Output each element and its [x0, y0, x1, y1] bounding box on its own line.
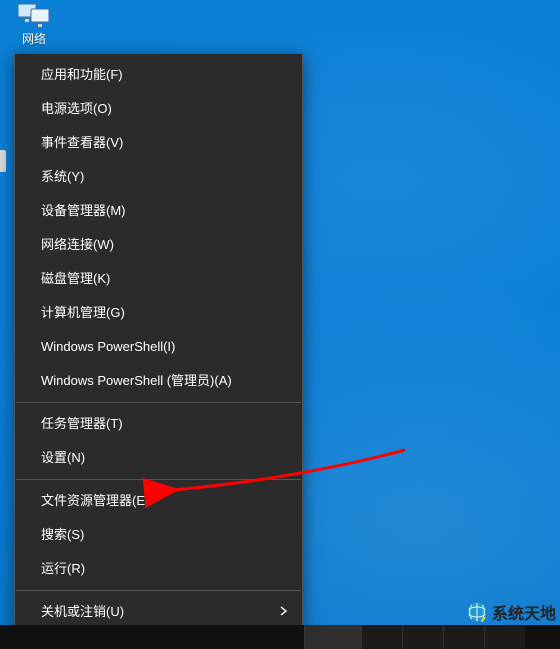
- menu-item-device-manager[interactable]: 设备管理器(M): [15, 194, 302, 228]
- menu-item-run[interactable]: 运行(R): [15, 552, 302, 586]
- menu-item-shutdown-signout[interactable]: 关机或注销(U): [15, 595, 302, 629]
- watermark-text: 系统天地: [492, 600, 556, 624]
- menu-item-apps-features[interactable]: 应用和功能(F): [15, 58, 302, 92]
- desktop-icon-label: 网络: [20, 30, 48, 47]
- taskbar-item[interactable]: [402, 625, 443, 649]
- taskbar: [0, 625, 560, 649]
- network-icon: [17, 0, 51, 28]
- menu-item-search[interactable]: 搜索(S): [15, 518, 302, 552]
- menu-separator: [16, 402, 301, 403]
- menu-item-task-manager[interactable]: 任务管理器(T): [15, 407, 302, 441]
- menu-item-event-viewer[interactable]: 事件查看器(V): [15, 126, 302, 160]
- chevron-right-icon: [280, 604, 288, 620]
- watermark: 系统天地: [466, 600, 556, 624]
- taskbar-item[interactable]: [361, 625, 402, 649]
- menu-item-computer-mgmt[interactable]: 计算机管理(G): [15, 296, 302, 330]
- taskbar-item[interactable]: [484, 625, 525, 649]
- winx-menu: 应用和功能(F) 电源选项(O) 事件查看器(V) 系统(Y) 设备管理器(M)…: [14, 53, 303, 649]
- partial-desktop-icon: [0, 150, 6, 172]
- menu-separator: [16, 479, 301, 480]
- menu-item-file-explorer[interactable]: 文件资源管理器(E): [15, 484, 302, 518]
- menu-item-powershell-admin[interactable]: Windows PowerShell (管理员)(A): [15, 364, 302, 398]
- menu-separator: [16, 590, 301, 591]
- menu-item-settings[interactable]: 设置(N): [15, 441, 302, 475]
- taskbar-start-edge[interactable]: [0, 625, 14, 649]
- menu-item-network-conn[interactable]: 网络连接(W): [15, 228, 302, 262]
- desktop[interactable]: 网络 应用和功能(F) 电源选项(O) 事件查看器(V) 系统(Y) 设备管理器…: [0, 0, 560, 649]
- menu-item-disk-mgmt[interactable]: 磁盘管理(K): [15, 262, 302, 296]
- globe-icon: [466, 601, 488, 623]
- taskbar-search-area[interactable]: [304, 625, 361, 649]
- desktop-icon-network[interactable]: 网络: [6, 0, 62, 47]
- menu-item-powershell[interactable]: Windows PowerShell(I): [15, 330, 302, 364]
- menu-item-power-options[interactable]: 电源选项(O): [15, 92, 302, 126]
- taskbar-item[interactable]: [443, 625, 484, 649]
- menu-item-system[interactable]: 系统(Y): [15, 160, 302, 194]
- menu-item-label: 关机或注销(U): [41, 604, 124, 619]
